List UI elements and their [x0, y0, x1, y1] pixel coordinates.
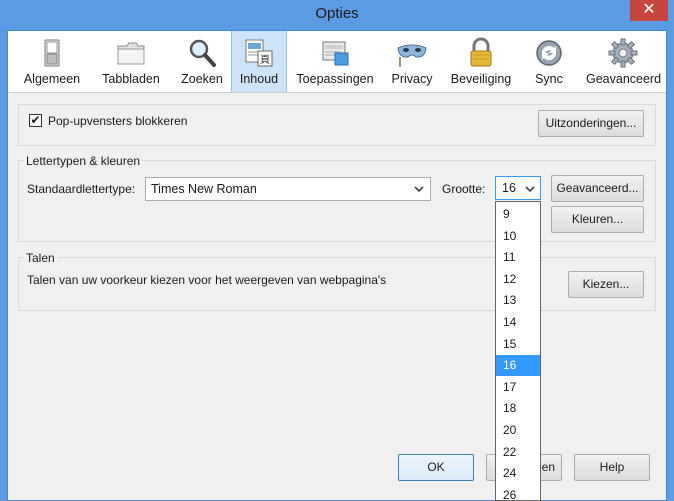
tab-inhoud[interactable]: 頁 Inhoud	[231, 31, 287, 92]
options-window: Opties ✕ Algemeen Tabbladen Zoeken 頁 Inh…	[0, 0, 674, 501]
default-font-value: Times New Roman	[151, 182, 257, 196]
dropdown-option-16[interactable]: 16	[496, 355, 540, 377]
popup-block-label[interactable]: Pop-upvensters blokkeren	[48, 114, 187, 128]
dialog-body: Algemeen Tabbladen Zoeken 頁 Inhoud Toepa…	[7, 30, 667, 501]
font-size-label: Grootte:	[442, 182, 486, 196]
dropdown-option-12[interactable]: 12	[496, 269, 540, 290]
magnifier-icon	[189, 39, 216, 67]
button-label: en	[541, 460, 555, 474]
sync-icon	[536, 40, 562, 66]
tab-label: Sync	[535, 72, 563, 86]
applications-icon	[322, 41, 349, 66]
fonts-colors-heading: Lettertypen & kleuren	[24, 154, 143, 168]
tab-label: Toepassingen	[296, 72, 374, 86]
button-label: Kiezen...	[582, 277, 630, 291]
advanced-fonts-button[interactable]: Geavanceerd...	[551, 175, 644, 202]
window-title: Opties	[315, 5, 359, 22]
tab-geavanceerd[interactable]: Geavanceerd	[586, 31, 662, 92]
tab-beveiliging[interactable]: Beveiliging	[447, 31, 515, 92]
dropdown-option-13[interactable]: 13	[496, 290, 540, 311]
category-toolbar: Algemeen Tabbladen Zoeken 頁 Inhoud Toepa…	[8, 31, 666, 93]
button-label: OK	[427, 460, 445, 474]
privacy-mask-icon	[397, 44, 427, 67]
dropdown-option-22[interactable]: 22	[496, 442, 540, 463]
tab-algemeen[interactable]: Algemeen	[22, 31, 82, 92]
button-label: Kleuren...	[571, 212, 624, 226]
tab-label: Tabbladen	[102, 72, 160, 86]
tabs-folder-icon	[117, 42, 145, 65]
tab-label: Zoeken	[181, 72, 223, 86]
chevron-down-icon	[414, 186, 424, 193]
tab-privacy[interactable]: Privacy	[384, 31, 440, 92]
dropdown-option-17[interactable]: 17	[496, 377, 540, 398]
colors-button[interactable]: Kleuren...	[551, 206, 644, 233]
dropdown-option-26[interactable]: 26	[496, 485, 540, 500]
content-page-icon: 頁	[245, 39, 273, 67]
default-font-select[interactable]: Times New Roman	[145, 177, 431, 201]
dropdown-option-14[interactable]: 14	[496, 312, 540, 333]
choose-languages-button[interactable]: Kiezen...	[568, 271, 644, 298]
button-label: Geavanceerd...	[556, 181, 639, 195]
dropdown-option-10[interactable]: 10	[496, 226, 540, 247]
font-size-dropdown-list[interactable]: 9 10 11 12 13 14 15 16 17 18 20 22 24 26	[495, 201, 541, 501]
close-icon: ✕	[642, 1, 656, 18]
button-label: Help	[599, 460, 625, 474]
languages-description: Talen van uw voorkeur kiezen voor het we…	[27, 273, 387, 287]
help-button[interactable]: Help	[574, 454, 650, 481]
checkmark-icon: ✔	[30, 113, 41, 127]
tab-sync[interactable]: Sync	[522, 31, 576, 92]
ok-button[interactable]: OK	[398, 454, 474, 481]
tab-zoeken[interactable]: Zoeken	[174, 31, 230, 92]
general-switch-icon	[44, 39, 60, 67]
dropdown-option-24[interactable]: 24	[496, 463, 540, 484]
dropdown-option-18[interactable]: 18	[496, 398, 540, 419]
languages-heading: Talen	[24, 251, 57, 265]
chevron-down-icon	[525, 186, 535, 193]
tab-label: Privacy	[391, 72, 433, 86]
font-size-select[interactable]: 16	[495, 176, 541, 200]
tab-tabbladen[interactable]: Tabbladen	[98, 31, 164, 92]
padlock-icon	[470, 37, 492, 67]
button-label: Uitzonderingen...	[545, 116, 637, 130]
tab-label: Beveiliging	[450, 72, 512, 86]
gear-icon	[608, 38, 638, 68]
title-bar[interactable]: Opties ✕	[0, 0, 674, 30]
popup-block-checkbox[interactable]: ✔	[29, 114, 42, 127]
exceptions-button[interactable]: Uitzonderingen...	[538, 110, 644, 137]
tab-toepassingen[interactable]: Toepassingen	[295, 31, 375, 92]
tab-label: Algemeen	[23, 72, 81, 86]
default-font-label: Standaardlettertype:	[27, 182, 136, 196]
dropdown-option-11[interactable]: 11	[496, 247, 540, 268]
dropdown-option-9[interactable]: 9	[496, 204, 540, 225]
close-button[interactable]: ✕	[630, 0, 668, 21]
tab-label: Geavanceerd	[586, 72, 662, 86]
svg-text:頁: 頁	[260, 54, 270, 66]
dropdown-option-15[interactable]: 15	[496, 334, 540, 355]
dropdown-option-20[interactable]: 20	[496, 420, 540, 441]
font-size-value: 16	[502, 181, 516, 195]
tab-label: Inhoud	[239, 72, 279, 86]
